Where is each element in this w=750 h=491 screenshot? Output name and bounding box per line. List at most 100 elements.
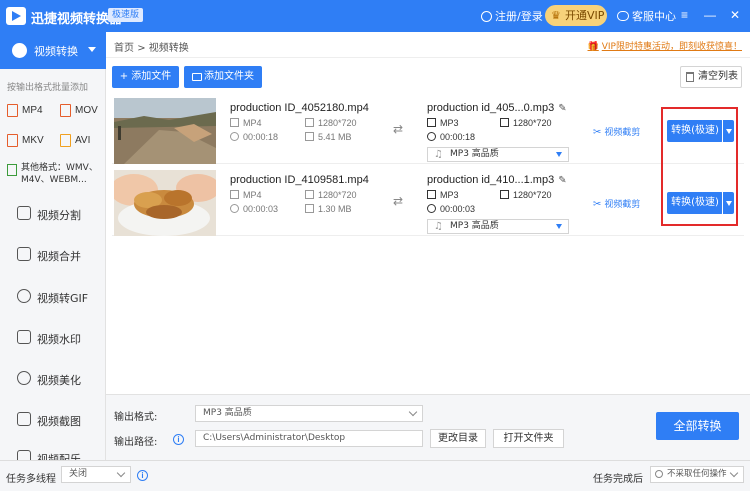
other-file-icon [7,164,17,176]
output-file-name[interactable]: production id_410...1.mp3 ✎ [427,174,567,186]
app-logo-icon [6,7,26,25]
login-button[interactable]: 注册/登录 [481,8,543,24]
sidebar-item-merge[interactable]: 视频合并 [0,239,106,269]
output-duration: 00:00:03 [427,204,475,214]
sidebar-item-screenshot[interactable]: 视频截图 [0,404,106,434]
convert-all-button[interactable]: 全部转换 [656,412,739,440]
format-mov[interactable]: MOV [60,104,98,117]
gif-icon [17,289,31,303]
source-duration: 00:00:18 [230,132,278,142]
sidebar-item-split[interactable]: 视频分割 [0,198,106,228]
add-file-button[interactable]: + 添加文件 [112,66,179,88]
dropdown-arrow-icon [556,152,562,157]
source-format: MP4 [230,118,262,128]
edition-badge: 极速版 [108,8,144,22]
format-other[interactable]: 其他格式：WMV、M4V、WEBM... [7,162,99,186]
avi-file-icon [60,134,71,147]
output-format: MP3 [427,118,459,128]
file-row: production ID_4109581.mp4 MP4 1280*720 0… [112,168,744,236]
multithread-label: 任务多线程 [6,474,56,485]
film-icon [427,118,436,127]
music-note-icon: ♫ [434,149,443,160]
promo-link[interactable]: VIP限时特惠活动，即刻收获惊喜！ [588,39,742,52]
shuffle-icon: ⇄ [393,194,404,208]
output-settings-panel: 输出格式: MP3 高品质 输出路径: i C:\Users\Administr… [106,394,750,460]
clock-icon [230,204,239,213]
clock-icon [427,132,436,141]
music-icon [17,450,31,460]
sidebar-item-watermark[interactable]: 视频水印 [0,322,106,352]
after-task-select[interactable]: 不采取任何操作 [650,466,744,483]
format-avi[interactable]: AVI [60,134,90,147]
open-folder-button[interactable]: 打开文件夹 [493,429,564,448]
video-thumbnail [114,98,216,164]
menu-icon[interactable]: ≡ [681,9,688,21]
service-center-button[interactable]: 客服中心 [617,8,676,24]
output-quality-select[interactable]: ♫ MP3 高品质 [427,219,569,234]
source-file-name: production ID_4109581.mp4 [230,174,369,186]
sidebar-item-gif[interactable]: 视频转GIF [0,281,106,311]
video-cut-button[interactable]: 视频截剪 [593,125,640,138]
source-size: 1.30 MB [305,204,352,214]
change-directory-button[interactable]: 更改目录 [430,429,486,448]
sidebar: 视频转换 按输出格式批量添加 MP4 MOV MKV AVI 其他格式：WMV、… [0,32,106,460]
output-path-field[interactable]: C:\Users\Administrator\Desktop [195,430,423,447]
video-cut-button[interactable]: 视频截剪 [593,197,640,210]
output-path-label: 输出路径: [114,437,158,448]
shuffle-icon: ⇄ [393,122,404,136]
source-resolution: 1280*720 [305,190,357,200]
chevron-down-icon [116,468,126,478]
sidebar-item-music[interactable]: 视频配乐 [0,442,106,460]
chevron-down-icon [408,407,418,417]
source-duration: 00:00:03 [230,204,278,214]
watermark-icon [17,330,31,344]
resolution-icon [305,190,314,199]
format-mkv[interactable]: MKV [7,134,44,147]
sidebar-item-video-convert[interactable]: 视频转换 [0,32,106,69]
status-bar: 任务多线程 关闭 i 任务完成后 不采取任何操作 [0,460,750,491]
output-duration: 00:00:18 [427,132,475,142]
breadcrumb-current: 视频转换 [148,43,189,54]
after-task-label: 任务完成后 [593,474,643,485]
output-file-name[interactable]: production id_405...0.mp3 ✎ [427,102,567,114]
close-icon[interactable]: ✕ [730,9,740,21]
power-icon [655,470,663,478]
resolution-icon [305,118,314,127]
convert-icon [12,43,27,58]
chevron-down-icon [88,47,96,52]
trash-icon [686,72,694,82]
minimize-icon[interactable]: — [704,9,716,21]
folder-icon [192,73,202,81]
info-icon[interactable]: i [173,434,184,445]
clock-icon [427,204,436,213]
mov-file-icon [60,104,71,117]
clear-list-button[interactable]: 清空列表 [680,66,742,88]
output-resolution: 1280*720 [500,118,552,128]
chevron-down-icon [729,468,739,478]
chat-icon [617,11,629,21]
vip-button[interactable]: 开通VIP [545,5,607,26]
music-note-icon: ♫ [434,221,443,232]
resolution-icon [500,190,509,199]
source-size: 5.41 MB [305,132,352,142]
format-mp4[interactable]: MP4 [7,104,43,117]
palette-icon [17,371,31,385]
clock-icon [230,132,239,141]
highlight-box-convert [661,107,738,226]
multithread-select[interactable]: 关闭 [61,466,131,483]
add-folder-button[interactable]: 添加文件夹 [184,66,262,88]
edit-pencil-icon[interactable]: ✎ [558,103,566,114]
merge-icon [17,247,31,261]
info-icon[interactable]: i [137,470,148,481]
output-format-select[interactable]: MP3 高品质 [195,405,423,422]
output-format: MP3 [427,190,459,200]
output-quality-select[interactable]: ♫ MP3 高品质 [427,147,569,162]
video-thumbnail [114,170,216,236]
film-icon [230,190,239,199]
mkv-file-icon [7,134,18,147]
breadcrumb-home[interactable]: 首页 [114,43,134,54]
split-icon [17,206,31,220]
edit-pencil-icon[interactable]: ✎ [558,175,566,186]
mp4-file-icon [7,104,18,117]
sidebar-item-beautify[interactable]: 视频美化 [0,363,106,393]
